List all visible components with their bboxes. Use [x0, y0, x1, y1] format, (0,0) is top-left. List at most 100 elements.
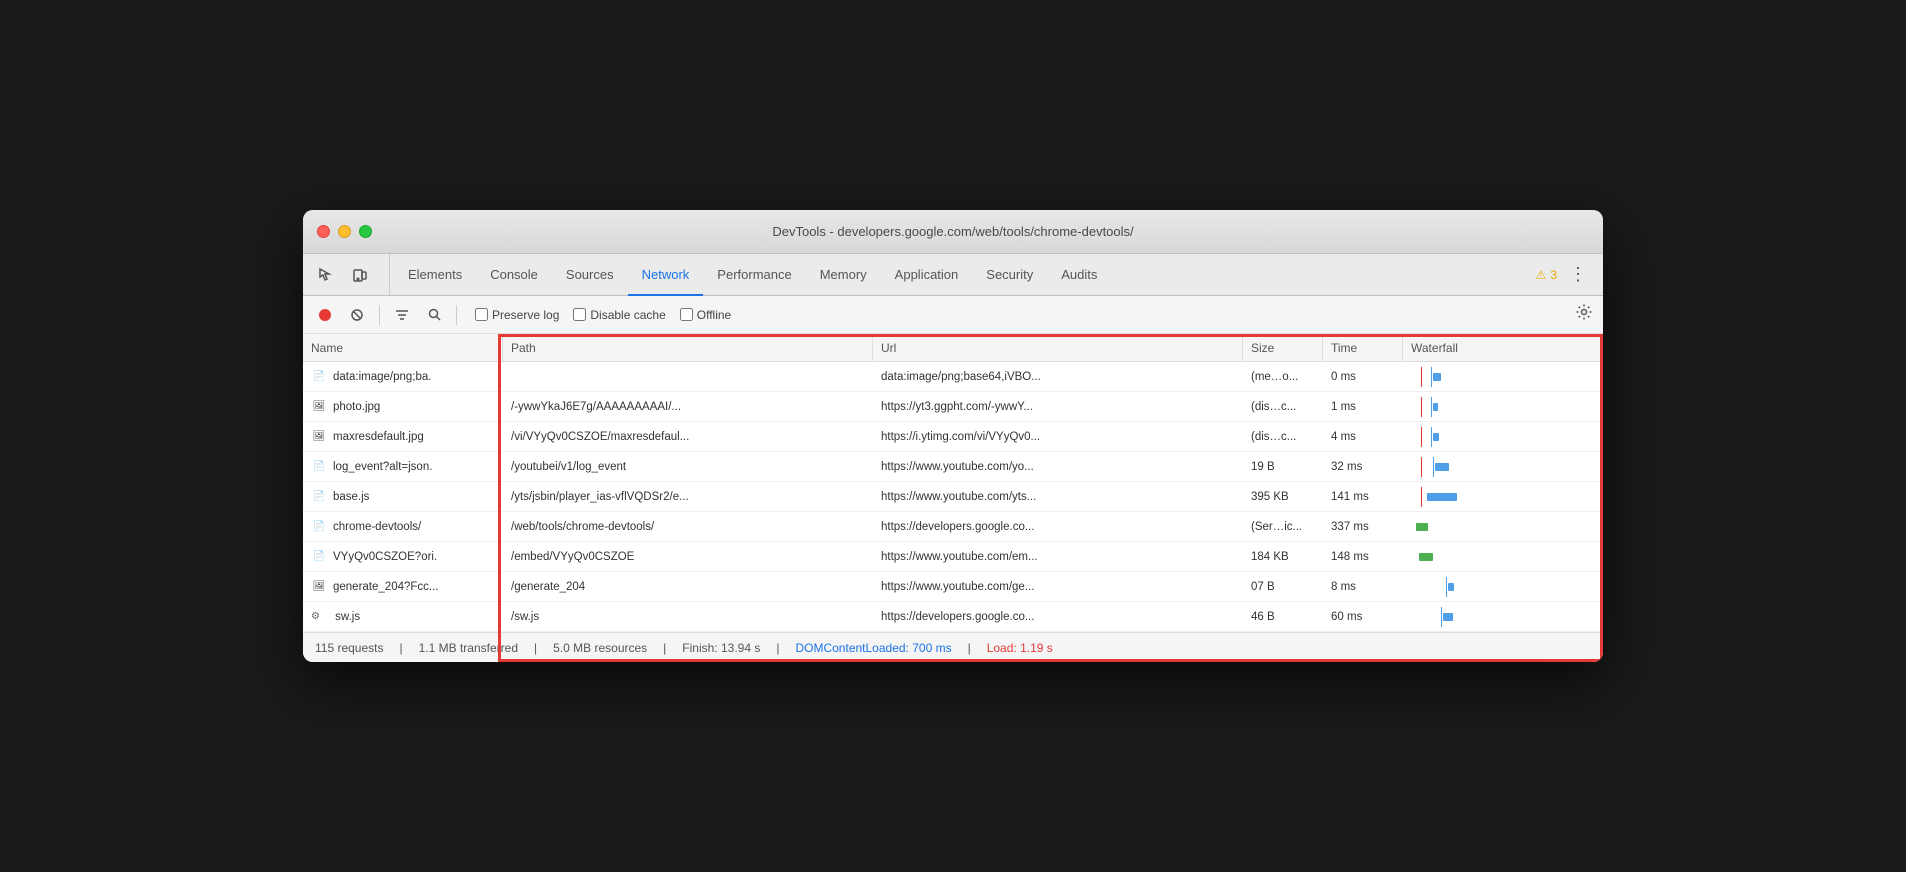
col-name: Name	[303, 334, 503, 361]
status-resources: 5.0 MB resources	[553, 641, 647, 655]
tab-bar-right: ⚠ 3 ⋮	[1536, 254, 1603, 295]
row-size: 46 B	[1243, 602, 1323, 631]
row-path: /yts/jsbin/player_ias-vflVQDSr2/e...	[503, 482, 873, 511]
row-name: VYyQv0CSZOE?ori.	[333, 551, 437, 563]
row-size: (Ser…ic...	[1243, 512, 1323, 541]
table-row[interactable]: 🖼photo.jpg /-ywwYkaJ6E7g/AAAAAAAAAI/... …	[303, 392, 1603, 422]
status-finish: Finish: 13.94 s	[682, 641, 760, 655]
row-url: https://www.youtube.com/yo...	[873, 452, 1243, 481]
tab-application[interactable]: Application	[881, 254, 973, 296]
row-name: photo.jpg	[333, 401, 380, 413]
tab-network[interactable]: Network	[628, 254, 704, 296]
offline-label: Offline	[697, 308, 731, 322]
row-path: /vi/VYyQv0CSZOE/maxresdefaul...	[503, 422, 873, 451]
warning-badge[interactable]: ⚠ 3	[1536, 268, 1557, 282]
row-name: data:image/png;ba.	[333, 371, 431, 383]
row-path: /sw.js	[503, 602, 873, 631]
disable-cache-checkbox[interactable]	[573, 308, 586, 321]
tab-sources[interactable]: Sources	[552, 254, 628, 296]
row-path: /web/tools/chrome-devtools/	[503, 512, 873, 541]
file-icon: 📄	[311, 519, 327, 535]
tab-icons	[313, 254, 390, 295]
row-name: maxresdefault.jpg	[333, 431, 424, 443]
offline-checkbox[interactable]	[680, 308, 693, 321]
maximize-button[interactable]	[359, 225, 372, 238]
col-url[interactable]: Url	[873, 334, 1243, 361]
table-row[interactable]: 📄log_event?alt=json. /youtubei/v1/log_ev…	[303, 452, 1603, 482]
preserve-log-checkbox-label[interactable]: Preserve log	[475, 308, 559, 322]
file-icon: 📄	[311, 369, 327, 385]
file-icon: 📄	[311, 489, 327, 505]
row-size: 07 B	[1243, 572, 1323, 601]
warning-icon: ⚠	[1536, 268, 1547, 282]
row-url: https://i.ytimg.com/vi/VYyQv0...	[873, 422, 1243, 451]
row-name: base.js	[333, 491, 369, 503]
row-url: https://developers.google.co...	[873, 602, 1243, 631]
file-icon: 🖼	[311, 429, 327, 445]
table-row[interactable]: 🖼generate_204?Fcc... /generate_204 https…	[303, 572, 1603, 602]
inspect-icon[interactable]	[313, 262, 339, 288]
traffic-lights	[317, 225, 372, 238]
row-url: data:image/png;base64,iVBO...	[873, 362, 1243, 391]
row-time: 8 ms	[1323, 572, 1403, 601]
status-divider: |	[400, 641, 403, 655]
row-waterfall	[1403, 602, 1603, 631]
disable-cache-checkbox-label[interactable]: Disable cache	[573, 308, 665, 322]
minimize-button[interactable]	[338, 225, 351, 238]
row-path	[503, 362, 873, 391]
tab-security[interactable]: Security	[972, 254, 1047, 296]
settings-button[interactable]	[1575, 303, 1593, 326]
main-content: Name Path Url Size Time Waterfall 📄 data:…	[303, 334, 1603, 662]
status-transferred: 1.1 MB transferred	[419, 641, 518, 655]
toolbar-divider	[379, 305, 380, 325]
status-load: Load: 1.19 s	[987, 641, 1053, 655]
col-waterfall[interactable]: Waterfall	[1403, 334, 1603, 361]
tab-console[interactable]: Console	[476, 254, 552, 296]
clear-button[interactable]	[345, 303, 369, 327]
search-button[interactable]	[422, 303, 446, 327]
status-divider5: |	[968, 641, 971, 655]
row-name: log_event?alt=json.	[333, 461, 432, 473]
offline-checkbox-label[interactable]: Offline	[680, 308, 731, 322]
preserve-log-label: Preserve log	[492, 308, 559, 322]
row-time: 337 ms	[1323, 512, 1403, 541]
table-row[interactable]: 📄chrome-devtools/ /web/tools/chrome-devt…	[303, 512, 1603, 542]
row-time: 148 ms	[1323, 542, 1403, 571]
row-waterfall	[1403, 542, 1603, 571]
row-path: /generate_204	[503, 572, 873, 601]
title-bar: DevTools - developers.google.com/web/too…	[303, 210, 1603, 254]
row-name: generate_204?Fcc...	[333, 581, 439, 593]
tab-elements[interactable]: Elements	[394, 254, 476, 296]
row-waterfall	[1403, 572, 1603, 601]
row-size: 184 KB	[1243, 542, 1323, 571]
row-waterfall	[1403, 482, 1603, 511]
tab-audits[interactable]: Audits	[1047, 254, 1111, 296]
table-row[interactable]: 📄 base.js /yts/jsbin/player_ias-vflVQDSr2…	[303, 482, 1603, 512]
status-bar: 115 requests | 1.1 MB transferred | 5.0 …	[303, 632, 1603, 662]
tab-performance[interactable]: Performance	[703, 254, 805, 296]
status-requests: 115 requests	[315, 641, 384, 655]
col-size[interactable]: Size	[1243, 334, 1323, 361]
preserve-log-checkbox[interactable]	[475, 308, 488, 321]
table-row[interactable]: 📄VYyQv0CSZOE?ori. /embed/VYyQv0CSZOE htt…	[303, 542, 1603, 572]
status-divider3: |	[663, 641, 666, 655]
row-name: sw.js	[335, 611, 360, 623]
status-divider2: |	[534, 641, 537, 655]
col-time[interactable]: Time	[1323, 334, 1403, 361]
device-toolbar-icon[interactable]	[347, 262, 373, 288]
close-button[interactable]	[317, 225, 330, 238]
tab-memory[interactable]: Memory	[806, 254, 881, 296]
table-row[interactable]: 🖼 maxresdefault.jpg /vi/VYyQv0CSZOE/maxre…	[303, 422, 1603, 452]
col-path[interactable]: Path	[503, 334, 873, 361]
record-button[interactable]	[313, 303, 337, 327]
toolbar-checkboxes: Preserve log Disable cache Offline	[467, 308, 739, 322]
row-waterfall	[1403, 362, 1603, 391]
row-size: (dis…c...	[1243, 422, 1323, 451]
more-menu-button[interactable]: ⋮	[1565, 260, 1591, 289]
row-url: https://developers.google.co...	[873, 512, 1243, 541]
filter-button[interactable]	[390, 303, 414, 327]
row-path: /-ywwYkaJ6E7g/AAAAAAAAAI/...	[503, 392, 873, 421]
table-row[interactable]: ⚙ sw.js /sw.js https://developers.google…	[303, 602, 1603, 632]
tab-bar: Elements Console Sources Network Perform…	[303, 254, 1603, 296]
table-row[interactable]: 📄 data:image/png;ba. data:image/png;base6…	[303, 362, 1603, 392]
